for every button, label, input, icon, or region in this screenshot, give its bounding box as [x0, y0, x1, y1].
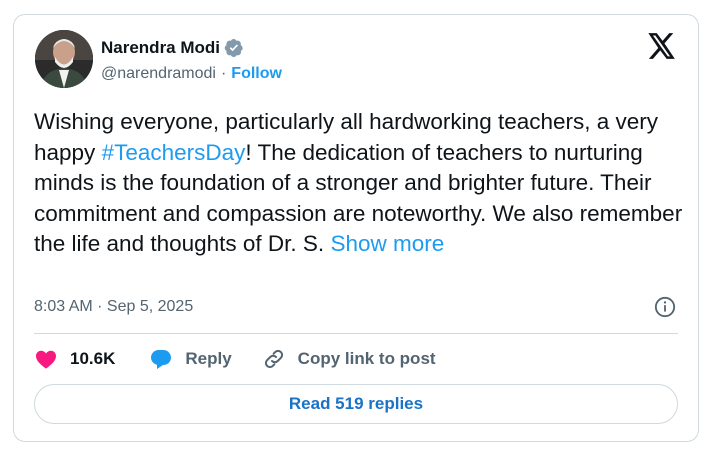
- action-bar: 10.6K Reply Copy link to post: [34, 345, 436, 373]
- like-button[interactable]: 10.6K: [34, 347, 115, 371]
- read-replies-label: Read 519 replies: [288, 394, 424, 413]
- author-name[interactable]: Narendra Modi: [101, 38, 220, 58]
- copy-link-button[interactable]: Copy link to post: [262, 347, 436, 371]
- read-replies-button[interactable]: Read 519 replies: [34, 384, 678, 424]
- show-more-link[interactable]: Show more: [330, 231, 444, 256]
- x-logo-icon[interactable]: [648, 33, 676, 59]
- link-icon: [264, 349, 283, 369]
- author-name-row: Narendra Modi: [101, 38, 244, 58]
- author-handle[interactable]: @narendramodi: [101, 65, 216, 83]
- like-count: 10.6K: [70, 349, 116, 368]
- tweet-card: Narendra Modi @narendramodi · Follow Wis…: [13, 14, 699, 442]
- reply-bubble-icon: [151, 350, 172, 369]
- author-handle-row: @narendramodi · Follow: [101, 65, 282, 83]
- reply-label: Reply: [185, 349, 232, 368]
- copy-link-label: Copy link to post: [297, 349, 436, 368]
- heart-icon: [36, 350, 56, 369]
- tweet-text: Wishing everyone, particularly all hardw…: [34, 107, 684, 260]
- hashtag-link[interactable]: #TeachersDay: [102, 140, 246, 165]
- reply-button[interactable]: Reply: [149, 347, 232, 371]
- follow-button[interactable]: Follow: [231, 65, 282, 83]
- divider: [34, 333, 678, 334]
- separator-dot: ·: [220, 65, 227, 82]
- timestamp[interactable]: 8:03 AM · Sep 5, 2025: [34, 298, 193, 316]
- avatar[interactable]: [35, 30, 93, 88]
- verified-badge-icon: [224, 38, 244, 58]
- info-icon[interactable]: [654, 296, 676, 318]
